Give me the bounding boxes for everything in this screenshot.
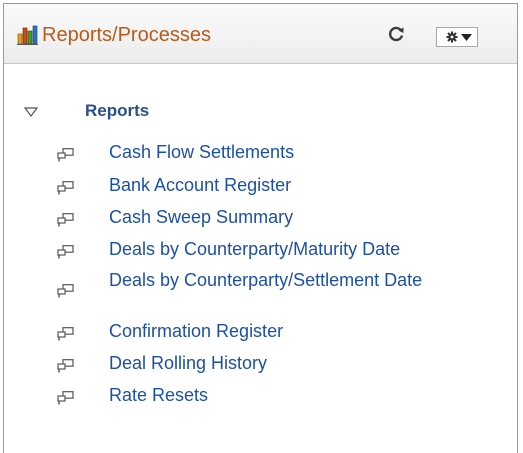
report-link-icon [57,148,74,162]
gear-icon [446,31,458,43]
report-link-label[interactable]: Confirmation Register [109,322,499,340]
report-link-label[interactable]: Cash Sweep Summary [109,208,499,226]
bar-chart-icon [17,25,38,45]
report-link-label[interactable]: Deal Rolling History [109,354,499,372]
pagelet-title: Reports/Processes [42,24,211,46]
chevron-down-icon [461,34,472,41]
report-link-icon [57,391,74,405]
pagelet-header: Reports/Processes [4,4,517,64]
report-link-icon [57,359,74,373]
reports-processes-pagelet: Reports/Processes Reports Cash Flow Sett… [3,3,518,453]
report-link-label[interactable]: Bank Account Register [109,176,499,194]
report-link-icon [57,245,74,259]
refresh-icon[interactable] [387,25,405,43]
report-link-label[interactable]: Cash Flow Settlements [109,143,499,161]
triangle-down-icon[interactable] [24,107,38,117]
group-label: Reports [85,101,150,120]
report-link-label[interactable]: Rate Resets [109,386,499,404]
report-link-label[interactable]: Deals by Counterparty/Maturity Date [109,240,499,258]
report-link-label[interactable]: Deals by Counterparty/Settlement Date [109,271,479,289]
pagelet-options-button[interactable] [436,27,478,47]
report-link-icon [57,181,74,195]
report-link-icon [57,213,74,227]
report-link-icon [57,284,74,298]
report-link-icon [57,327,74,341]
